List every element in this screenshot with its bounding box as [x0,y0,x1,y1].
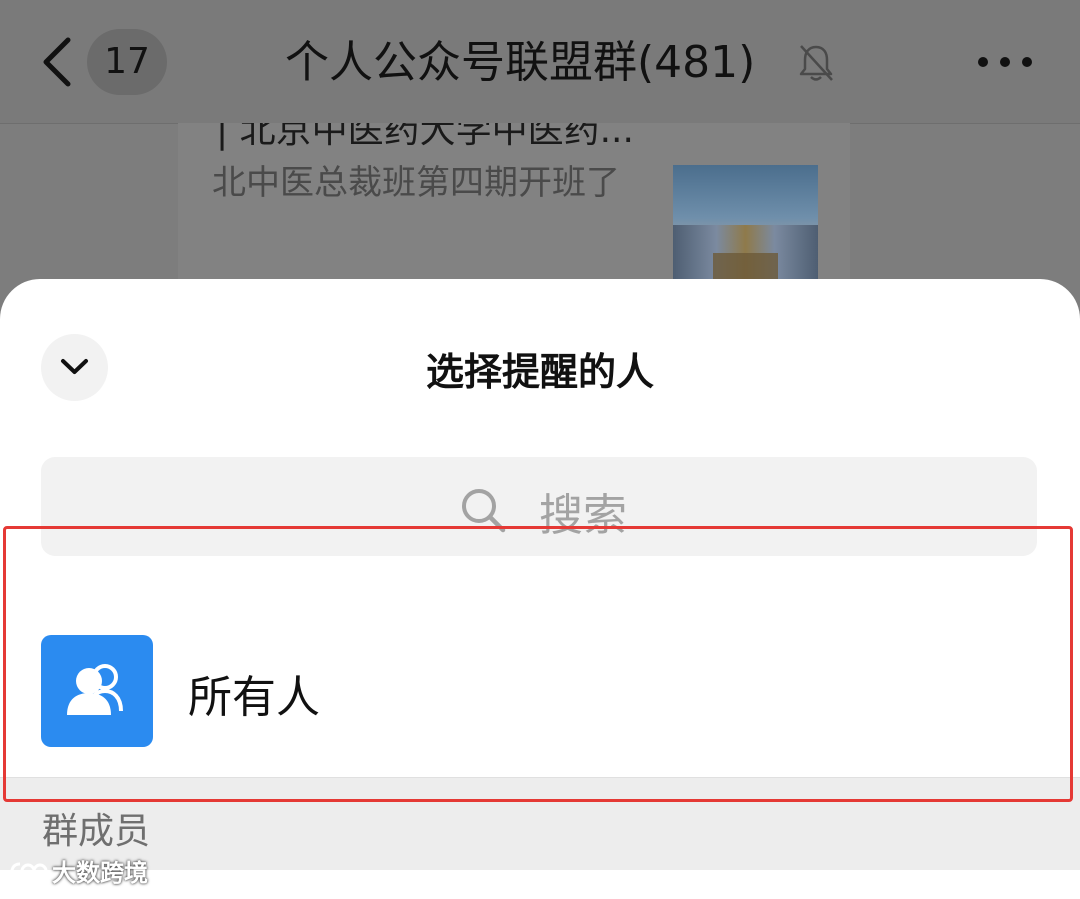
article-description: 北中医总裁班第四期开班了 [212,163,620,203]
search-placeholder: 搜索 [539,490,627,541]
everyone-avatar [41,635,153,747]
article-card[interactable]: | 北京中医药大学中医药... 北中医总裁班第四期开班了 [178,123,850,283]
back-arrow-icon[interactable] [38,36,78,88]
everyone-label: 所有人 [188,672,320,723]
search-icon [459,486,509,536]
chat-title[interactable]: 个人公众号联盟群(481) [285,30,755,96]
sheet-title: 选择提醒的人 [425,350,654,394]
unread-count-badge[interactable]: 17 [87,29,167,95]
watermark-logo-icon [10,862,48,878]
search-input[interactable]: 搜索 [41,457,1037,556]
more-icon[interactable] [975,50,1035,74]
mute-bell-icon [799,45,833,81]
article-title: | 北京中医药大学中医药... [216,123,634,151]
group-members-header: 群成员 [0,777,1080,870]
watermark: 大数跨境 [8,853,148,888]
chat-header: 17 个人公众号联盟群(481) [0,0,1080,124]
article-thumbnail [673,165,818,283]
group-icon [67,664,123,715]
group-members-label: 群成员 [42,811,151,852]
search-content: 搜索 [459,481,627,541]
watermark-text: 大数跨境 [52,859,148,887]
mention-sheet: 选择提醒的人 搜索 所有人 群成员 [0,279,1080,899]
mention-everyone-item[interactable]: 所有人 [0,625,1080,775]
